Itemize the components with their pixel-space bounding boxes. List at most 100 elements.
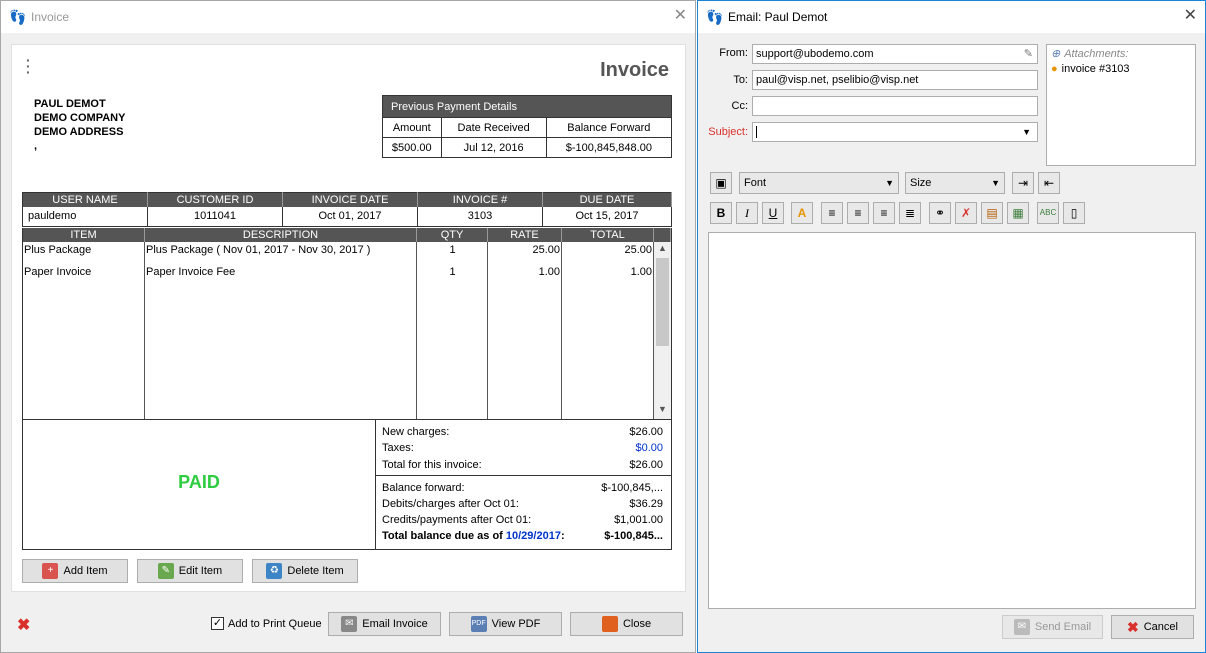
attachments-header: ⊕ Attachments: [1051, 47, 1129, 61]
column-header: Amount [382, 117, 442, 138]
summary-line: New charges: $26.00 [382, 426, 663, 438]
items-table: ITEM DESCRIPTION QTY RATE TOTAL Plus Pac… [22, 228, 672, 420]
align-left-icon[interactable]: ≡ [821, 202, 843, 224]
add-item-button[interactable]: + Add Item [22, 559, 128, 583]
spellcheck-icon[interactable]: ABC [1037, 202, 1059, 224]
insert-link-icon[interactable]: ⚭ [929, 202, 951, 224]
address-line: DEMO ADDRESS [34, 126, 124, 138]
recycle-icon: ♻ [266, 563, 283, 579]
attachments-panel: ⊕ Attachments: ● invoice #3103 [1046, 44, 1196, 166]
email-title-bar: 👣 Email: Paul Demot ✕ [698, 1, 1205, 33]
justify-icon[interactable]: ≣ [899, 202, 921, 224]
add-item-icon: + [42, 563, 59, 579]
close-square-icon [601, 616, 618, 632]
checkbox-checked-icon[interactable]: ✓ [211, 617, 224, 630]
print-queue-checkbox[interactable]: ✓ Add to Print Queue [211, 617, 322, 630]
scroll-up-icon[interactable]: ▲ [654, 243, 671, 257]
column-header: QTY [417, 228, 488, 242]
summary-line: Debits/charges after Oct 01: $36.29 [382, 498, 663, 510]
from-label: From: [719, 47, 748, 59]
subject-label: Subject: [708, 126, 748, 138]
view-pdf-button[interactable]: PDF View PDF [449, 612, 562, 636]
underline-button[interactable]: U [762, 202, 784, 224]
cancel-x-icon: ✖ [1127, 618, 1139, 635]
remove-link-icon[interactable]: ✗ [955, 202, 977, 224]
column-header: USER NAME [22, 192, 148, 207]
size-select[interactable]: Size ▼ [905, 172, 1005, 194]
insert-table-icon[interactable]: ▦ [1007, 202, 1029, 224]
insert-image-icon[interactable]: ▤ [981, 202, 1003, 224]
window-title: Invoice [31, 10, 70, 24]
summary-line: Taxes: $0.00 [382, 442, 663, 454]
send-email-button[interactable]: ✉ Send Email [1002, 615, 1103, 639]
from-field[interactable]: support@ubodemo.com ✎ [752, 44, 1038, 64]
pencil-icon[interactable]: ✎ [1024, 45, 1033, 63]
totals-panel: New charges: $26.00 Taxes: $0.00 Total for… [375, 420, 671, 549]
close-button[interactable]: Close [570, 612, 683, 636]
scroll-thumb[interactable] [656, 258, 669, 346]
table-row[interactable]: Paper Invoice Paper Invoice Fee 1 1.00 1… [23, 264, 654, 280]
address-line: , [34, 140, 38, 152]
close-icon[interactable]: ✕ [1184, 8, 1197, 24]
items-header: ITEM DESCRIPTION QTY RATE TOTAL [23, 228, 671, 242]
italic-button[interactable]: I [736, 202, 758, 224]
address-line: DEMO COMPANY [34, 112, 126, 124]
column-header: INVOICE # [417, 192, 543, 207]
previous-payment-title: Previous Payment Details [382, 95, 672, 118]
source-view-icon[interactable]: ▯ [1063, 202, 1085, 224]
indent-icon[interactable]: ⇥ [1012, 172, 1034, 194]
font-select[interactable]: Font ▼ [739, 172, 899, 194]
column-header: Balance Forward [545, 117, 673, 138]
window-title: Email: Paul Demot [728, 10, 828, 24]
text-color-icon[interactable]: A [791, 202, 813, 224]
to-field[interactable]: paul@visp.net, pselibio@visp.net [752, 70, 1038, 90]
chevron-down-icon: ▼ [885, 178, 894, 188]
bold-button[interactable]: B [710, 202, 732, 224]
invoice-heading: Invoice [600, 59, 669, 81]
subject-field[interactable]: ▼ [752, 122, 1038, 142]
pdf-icon: PDF [470, 616, 487, 632]
summary-line: Credits/payments after Oct 01: $1,001.00 [382, 514, 663, 526]
email-invoice-button[interactable]: ✉ Email Invoice [328, 612, 441, 636]
table-row[interactable]: Plus Package Plus Package ( Nov 01, 2017… [23, 242, 654, 258]
delete-item-button[interactable]: ♻ Delete Item [252, 559, 358, 583]
previous-payment-table: Previous Payment Details Amount Date Rec… [382, 95, 673, 158]
kebab-menu-icon[interactable]: · · · [26, 53, 31, 79]
column-header: RATE [488, 228, 562, 242]
template-icon[interactable]: ▣ [710, 172, 732, 194]
message-body-editor[interactable] [708, 232, 1196, 609]
summary-line: Balance forward: $-100,845,... [382, 482, 663, 494]
scroll-down-icon[interactable]: ▼ [654, 404, 671, 418]
invoice-number: 3103 [417, 206, 543, 227]
align-center-icon[interactable]: ≡ [847, 202, 869, 224]
invoice-title-bar: 👣 Invoice ✕ [1, 1, 695, 33]
column-header: DESCRIPTION [145, 228, 417, 242]
column-header: INVOICE DATE [282, 192, 418, 207]
invoice-document: · · · Invoice PAUL DEMOT DEMO COMPANY DEMO… [11, 44, 686, 592]
cc-label: Cc: [731, 100, 749, 112]
app-foot-icon: 👣 [706, 9, 724, 25]
total-due-line: Total balance due as of 10/29/2017: $-10… [382, 530, 663, 542]
close-icon[interactable]: ✕ [674, 8, 687, 24]
paperclip-add-icon[interactable]: ⊕ [1051, 47, 1060, 60]
customer-id: 1011041 [147, 206, 283, 227]
attachment-file-icon: ● [1051, 63, 1058, 75]
paid-stamp: PAID [178, 472, 220, 492]
items-body: Plus Package Plus Package ( Nov 01, 2017… [23, 242, 654, 419]
summary-line: Total for this invoice: $26.00 [382, 459, 663, 471]
attachment-item[interactable]: ● invoice #3103 [1051, 63, 1130, 75]
edit-item-button[interactable]: ✎ Edit Item [137, 559, 243, 583]
column-header: CUSTOMER ID [147, 192, 283, 207]
items-scrollbar[interactable]: ▲ ▼ [654, 242, 671, 419]
chevron-down-icon: ▼ [991, 178, 1000, 188]
payment-date: Jul 12, 2016 [440, 137, 547, 158]
align-right-icon[interactable]: ≡ [873, 202, 895, 224]
balance-forward: $-100,845,848.00 [545, 137, 673, 158]
cancel-x-icon[interactable]: ✖ [17, 615, 30, 635]
cc-field[interactable] [752, 96, 1038, 116]
outdent-icon[interactable]: ⇤ [1038, 172, 1060, 194]
address-line: PAUL DEMOT [34, 98, 106, 110]
chevron-down-icon[interactable]: ▼ [1022, 123, 1031, 141]
payment-amount: $500.00 [382, 137, 442, 158]
cancel-button[interactable]: ✖ Cancel [1111, 615, 1194, 639]
